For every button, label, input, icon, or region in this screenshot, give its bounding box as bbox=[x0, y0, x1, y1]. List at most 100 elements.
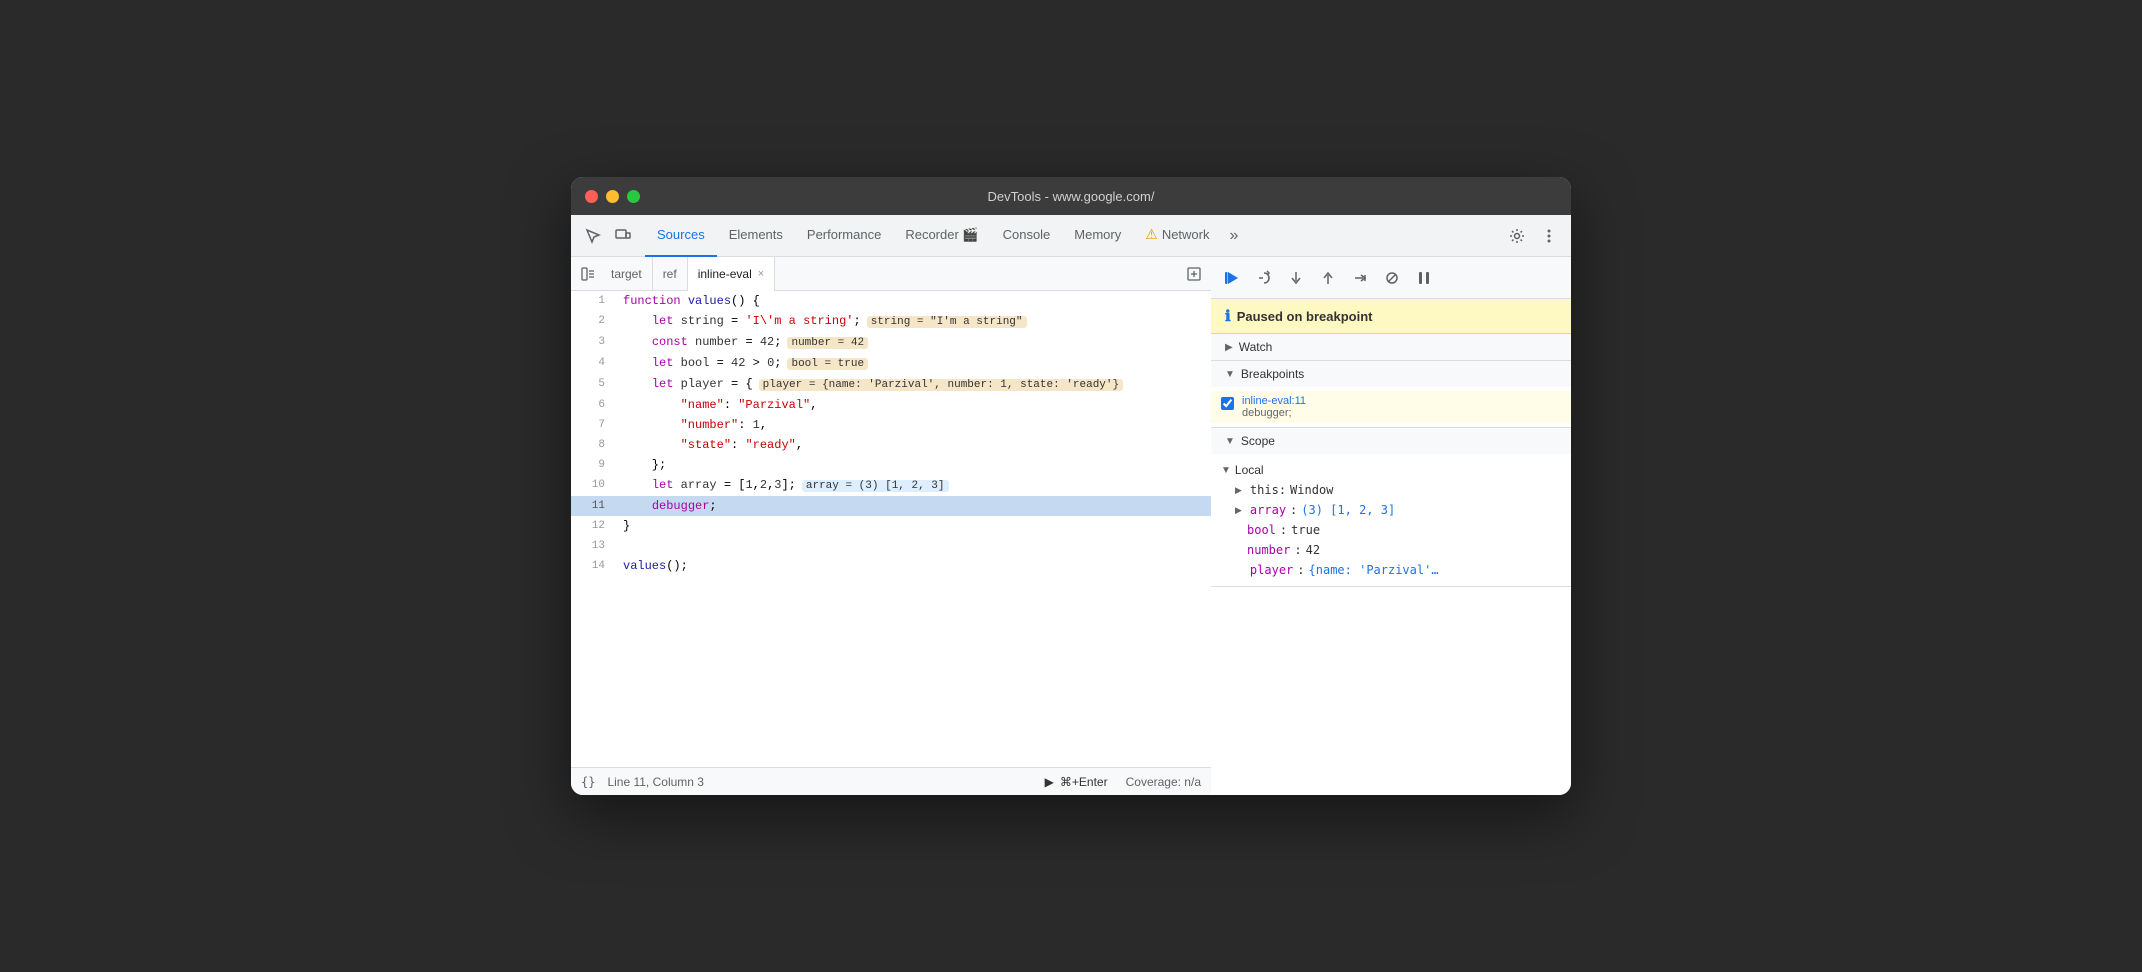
tab-console-label: Console bbox=[1003, 227, 1051, 242]
code-line-3: 3 const number = 42;number = 42 bbox=[571, 332, 1211, 353]
watch-label: Watch bbox=[1239, 340, 1273, 354]
scope-label: Scope bbox=[1241, 434, 1275, 448]
device-toggle-button[interactable] bbox=[609, 222, 637, 250]
inspect-element-button[interactable] bbox=[579, 222, 607, 250]
settings-button[interactable] bbox=[1503, 222, 1531, 250]
file-tab-target-label: target bbox=[611, 267, 642, 281]
sources-panel: target ref inline-eval × bbox=[571, 257, 1211, 795]
code-line-6: 6 "name": "Parzival", bbox=[571, 395, 1211, 415]
watch-triangle: ▶ bbox=[1225, 342, 1233, 353]
watch-section-header[interactable]: ▶ Watch bbox=[1211, 334, 1571, 360]
devtools-window: DevTools - www.google.com/ Sou bbox=[571, 177, 1571, 795]
tab-console[interactable]: Console bbox=[991, 215, 1063, 257]
breakpoints-triangle: ▼ bbox=[1225, 369, 1235, 380]
tab-sources-label: Sources bbox=[657, 227, 705, 242]
scope-triangle: ▼ bbox=[1225, 436, 1235, 447]
maximize-button[interactable] bbox=[627, 190, 640, 203]
code-line-12: 12 } bbox=[571, 516, 1211, 536]
scope-local-label: Local bbox=[1235, 463, 1264, 477]
scope-local: ▼ Local ▶ this: Window ▶ array: bbox=[1211, 458, 1571, 582]
pause-on-exceptions-button[interactable] bbox=[1409, 263, 1439, 293]
watch-section: ▶ Watch bbox=[1211, 334, 1571, 361]
breakpoint-detail: inline-eval:11 debugger; bbox=[1242, 395, 1306, 419]
scope-array[interactable]: ▶ array: (3) [1, 2, 3] bbox=[1211, 500, 1571, 520]
breakpoints-label: Breakpoints bbox=[1241, 367, 1304, 381]
tab-memory[interactable]: Memory bbox=[1062, 215, 1133, 257]
array-key: array bbox=[1250, 503, 1286, 517]
debug-panel: ℹ Paused on breakpoint ▶ Watch ▼ Breakpo… bbox=[1211, 257, 1571, 795]
step-button[interactable] bbox=[1345, 263, 1375, 293]
tab-elements[interactable]: Elements bbox=[717, 215, 795, 257]
number-value: 42 bbox=[1306, 543, 1320, 557]
titlebar: DevTools - www.google.com/ bbox=[571, 177, 1571, 215]
tab-network-label: Network bbox=[1162, 227, 1210, 242]
cursor-position: Line 11, Column 3 bbox=[607, 775, 704, 789]
debug-toolbar bbox=[1211, 257, 1571, 299]
scope-body: ▼ Local ▶ this: Window ▶ array: bbox=[1211, 454, 1571, 586]
step-over-button[interactable] bbox=[1249, 263, 1279, 293]
tab-performance-label: Performance bbox=[807, 227, 881, 242]
tab-memory-label: Memory bbox=[1074, 227, 1121, 242]
resume-button[interactable] bbox=[1217, 263, 1247, 293]
scope-bool: bool: true bbox=[1211, 520, 1571, 540]
deactivate-breakpoints-button[interactable] bbox=[1377, 263, 1407, 293]
source-action-button[interactable] bbox=[1181, 261, 1207, 287]
format-button[interactable]: {} bbox=[581, 775, 595, 789]
scope-number: number: 42 bbox=[1211, 540, 1571, 560]
array-triangle: ▶ bbox=[1235, 505, 1242, 516]
scope-this[interactable]: ▶ this: Window bbox=[1211, 480, 1571, 500]
number-key: number bbox=[1247, 543, 1290, 557]
tab-sources[interactable]: Sources bbox=[645, 215, 717, 257]
file-tab-target[interactable]: target bbox=[601, 257, 653, 291]
bool-value: true bbox=[1291, 523, 1320, 537]
close-button[interactable] bbox=[585, 190, 598, 203]
file-tabs-bar: target ref inline-eval × bbox=[571, 257, 1211, 291]
breakpoint-code: debugger; bbox=[1242, 407, 1306, 419]
file-tab-inline-eval-label: inline-eval bbox=[698, 267, 752, 281]
more-options-button[interactable] bbox=[1535, 222, 1563, 250]
breakpoints-section-header[interactable]: ▼ Breakpoints bbox=[1211, 361, 1571, 387]
tab-elements-label: Elements bbox=[729, 227, 783, 242]
window-title: DevTools - www.google.com/ bbox=[988, 189, 1155, 204]
close-inline-eval-tab[interactable]: × bbox=[758, 268, 764, 280]
breakpoints-body: inline-eval:11 debugger; bbox=[1211, 387, 1571, 427]
tab-recorder[interactable]: Recorder 🎬 bbox=[893, 215, 990, 257]
this-key: this: bbox=[1250, 483, 1286, 497]
run-area: ▶ ⌘+Enter Coverage: n/a bbox=[1045, 775, 1201, 789]
code-line-9: 9 }; bbox=[571, 455, 1211, 475]
step-out-button[interactable] bbox=[1313, 263, 1343, 293]
file-tab-ref[interactable]: ref bbox=[653, 257, 688, 291]
code-line-7: 7 "number": 1, bbox=[571, 415, 1211, 435]
traffic-lights bbox=[585, 190, 640, 203]
breakpoint-checkbox[interactable] bbox=[1221, 397, 1234, 410]
code-line-5: 5 let player = {player = {name: 'Parziva… bbox=[571, 374, 1211, 395]
navigator-toggle[interactable] bbox=[575, 261, 601, 287]
breakpoint-banner: ℹ Paused on breakpoint bbox=[1211, 299, 1571, 334]
breakpoint-message: Paused on breakpoint bbox=[1237, 309, 1373, 324]
file-tab-ref-label: ref bbox=[663, 267, 677, 281]
code-editor[interactable]: 1 function values() { 2 let string = 'I\… bbox=[571, 291, 1211, 767]
tab-network[interactable]: ⚠ Network bbox=[1133, 215, 1221, 257]
scope-player[interactable]: ▶ player: {name: 'Parzival'… bbox=[1211, 560, 1571, 580]
status-bar: {} Line 11, Column 3 ▶ ⌘+Enter Coverage:… bbox=[571, 767, 1211, 795]
code-line-1: 1 function values() { bbox=[571, 291, 1211, 311]
minimize-button[interactable] bbox=[606, 190, 619, 203]
file-tab-inline-eval[interactable]: inline-eval × bbox=[688, 257, 775, 291]
breakpoint-item: inline-eval:11 debugger; bbox=[1211, 391, 1571, 423]
scope-section: ▼ Scope ▼ Local ▶ this: Win bbox=[1211, 428, 1571, 587]
run-shortcut: ⌘+Enter bbox=[1060, 775, 1108, 789]
scope-section-header[interactable]: ▼ Scope bbox=[1211, 428, 1571, 454]
network-warning-icon: ⚠ bbox=[1145, 226, 1158, 243]
more-tabs-button[interactable]: » bbox=[1222, 227, 1247, 245]
scope-local-header[interactable]: ▼ Local bbox=[1211, 460, 1571, 480]
player-key: player bbox=[1250, 563, 1293, 577]
step-into-button[interactable] bbox=[1281, 263, 1311, 293]
breakpoint-file: inline-eval:11 bbox=[1242, 395, 1306, 407]
code-line-8: 8 "state": "ready", bbox=[571, 435, 1211, 455]
code-line-2: 2 let string = 'I\'m a string';string = … bbox=[571, 311, 1211, 332]
tab-performance[interactable]: Performance bbox=[795, 215, 893, 257]
code-line-14: 14 values(); bbox=[571, 556, 1211, 576]
code-line-13: 13 bbox=[571, 536, 1211, 556]
player-value: {name: 'Parzival'… bbox=[1309, 563, 1439, 577]
local-triangle: ▼ bbox=[1221, 465, 1231, 476]
